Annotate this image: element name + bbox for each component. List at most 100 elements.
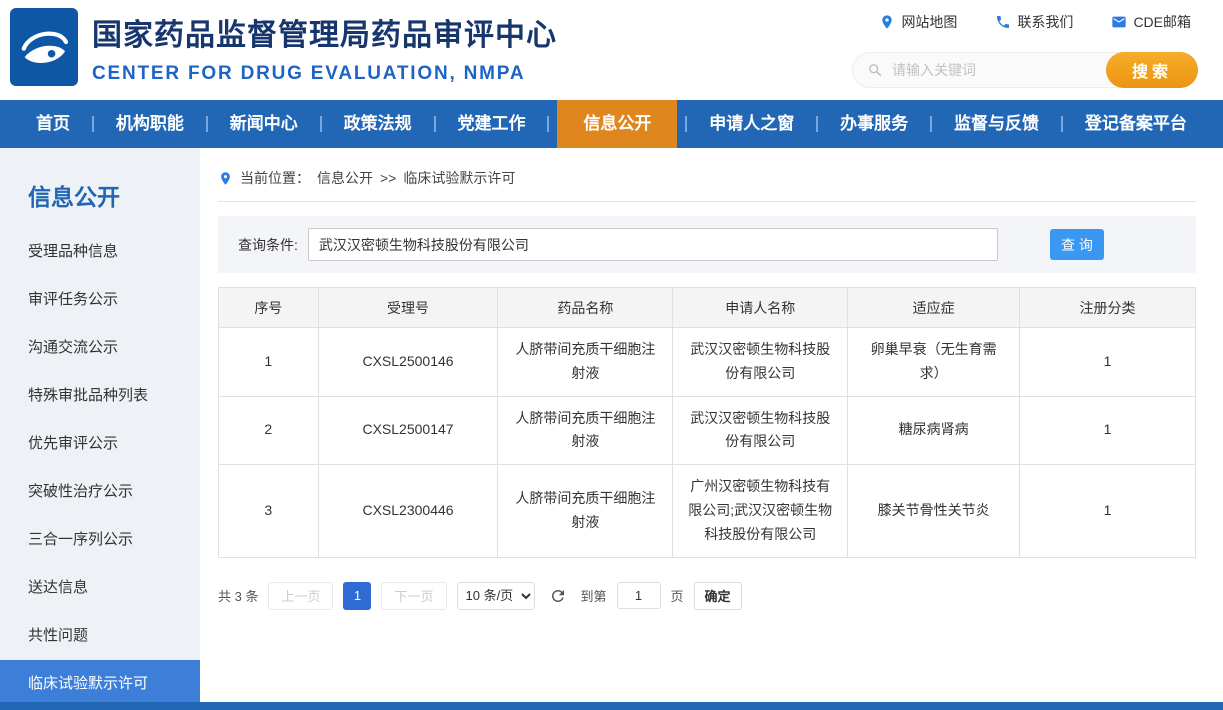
search-bar: 搜索 [852, 52, 1198, 88]
site-title: 国家药品监督管理局药品审评中心 [92, 10, 557, 54]
cell-indication: 膝关节骨性关节炎 [848, 465, 1020, 557]
sidebar-item-accepted-products[interactable]: 受理品种信息 [0, 228, 200, 276]
nav-item-supervision-feedback[interactable]: 监督与反馈 [940, 100, 1053, 148]
cde-logo-icon [17, 20, 71, 74]
sitemap-link[interactable]: 网站地图 [879, 12, 957, 32]
cell-drug-name: 人脐带间充质干细胞注射液 [498, 465, 673, 557]
cell-acceptance-no: CXSL2500146 [318, 328, 498, 397]
location-pin-icon [218, 171, 233, 186]
mail-icon [1111, 14, 1127, 30]
cell-applicant: 武汉汉密顿生物科技股份有限公司 [673, 328, 848, 397]
table-header-row: 序号 受理号 药品名称 申请人名称 适应症 注册分类 [219, 288, 1196, 328]
confirm-button[interactable]: 确定 [694, 582, 742, 610]
sidebar-item-delivery-info[interactable]: 送达信息 [0, 564, 200, 612]
query-panel: 查询条件: 查 询 [218, 216, 1196, 273]
contact-link[interactable]: 联系我们 [995, 12, 1073, 32]
goto-page-input[interactable] [617, 582, 661, 609]
title-block: 国家药品监督管理局药品审评中心 CENTER FOR DRUG EVALUATI… [92, 10, 557, 85]
col-header-reg-class: 注册分类 [1020, 288, 1196, 328]
col-header-indication: 适应症 [848, 288, 1020, 328]
col-header-no: 序号 [219, 288, 319, 328]
nav-divider [547, 116, 549, 132]
total-count: 共 3 条 [218, 586, 258, 605]
sidebar-item-special-approval-list[interactable]: 特殊审批品种列表 [0, 372, 200, 420]
breadcrumb-prefix: 当前位置： [240, 168, 310, 188]
nav-divider [930, 116, 932, 132]
table-row: 1 CXSL2500146 人脐带间充质干细胞注射液 武汉汉密顿生物科技股份有限… [219, 328, 1196, 397]
table-row: 3 CXSL2300446 人脐带间充质干细胞注射液 广州汉密顿生物科技有限公司… [219, 465, 1196, 557]
mailbox-label: CDE邮箱 [1133, 12, 1191, 32]
nav-item-registration-platform[interactable]: 登记备案平台 [1071, 100, 1201, 148]
quick-links: 网站地图 联系我们 CDE邮箱 [879, 12, 1191, 32]
cell-acceptance-no: CXSL2300446 [318, 465, 498, 557]
goto-label: 到第 [581, 586, 607, 605]
nav-item-news[interactable]: 新闻中心 [216, 100, 312, 148]
cell-reg-class: 1 [1020, 396, 1196, 465]
col-header-acceptance-no: 受理号 [318, 288, 498, 328]
cell-reg-class: 1 [1020, 465, 1196, 557]
sidebar-item-communication[interactable]: 沟通交流公示 [0, 324, 200, 372]
sidebar-item-breakthrough-therapy[interactable]: 突破性治疗公示 [0, 468, 200, 516]
phone-icon [995, 14, 1011, 30]
table-row: 2 CXSL2500147 人脐带间充质干细胞注射液 武汉汉密顿生物科技股份有限… [219, 396, 1196, 465]
nav-item-info-disclosure[interactable]: 信息公开 [557, 100, 677, 148]
main-panel: 当前位置： 信息公开 >> 临床试验默示许可 查询条件: 查 询 序号 受理号 … [200, 148, 1223, 702]
nav-divider [320, 116, 322, 132]
cell-reg-class: 1 [1020, 328, 1196, 397]
cell-acceptance-no: CXSL2500147 [318, 396, 498, 465]
sitemap-label: 网站地图 [901, 12, 957, 32]
nav-item-applicant-window[interactable]: 申请人之窗 [695, 100, 808, 148]
query-button[interactable]: 查 询 [1050, 229, 1104, 260]
sidebar-item-priority-review[interactable]: 优先审评公示 [0, 420, 200, 468]
query-input[interactable] [308, 228, 998, 261]
content-area: 信息公开 受理品种信息 审评任务公示 沟通交流公示 特殊审批品种列表 优先审评公… [0, 148, 1223, 702]
cell-no: 1 [219, 328, 319, 397]
nav-item-organization[interactable]: 机构职能 [102, 100, 198, 148]
col-header-applicant: 申请人名称 [673, 288, 848, 328]
nav-item-services[interactable]: 办事服务 [826, 100, 922, 148]
breadcrumb-separator: >> [380, 170, 396, 186]
nav-item-party-building[interactable]: 党建工作 [444, 100, 540, 148]
cell-indication: 卵巢早衰（无生育需求） [848, 328, 1020, 397]
goto-suffix: 页 [671, 586, 684, 605]
cell-applicant: 武汉汉密顿生物科技股份有限公司 [673, 396, 848, 465]
mailbox-link[interactable]: CDE邮箱 [1111, 12, 1191, 32]
sidebar: 信息公开 受理品种信息 审评任务公示 沟通交流公示 特殊审批品种列表 优先审评公… [0, 148, 200, 702]
sidebar-item-three-in-one[interactable]: 三合一序列公示 [0, 516, 200, 564]
nav-item-policy[interactable]: 政策法规 [330, 100, 426, 148]
query-label: 查询条件: [238, 235, 298, 255]
breadcrumb-current: 临床试验默示许可 [403, 168, 515, 188]
nav-divider [92, 116, 94, 132]
search-button[interactable]: 搜索 [1106, 52, 1198, 88]
breadcrumb-section[interactable]: 信息公开 [317, 168, 373, 188]
col-header-drug-name: 药品名称 [498, 288, 673, 328]
contact-label: 联系我们 [1017, 12, 1073, 32]
refresh-icon[interactable] [549, 587, 567, 605]
nav-divider [685, 116, 687, 132]
footer-bar [0, 702, 1223, 710]
site-subtitle: CENTER FOR DRUG EVALUATION, NMPA [92, 63, 557, 85]
site-logo[interactable] [10, 8, 78, 86]
nav-divider [206, 116, 208, 132]
current-page-button[interactable]: 1 [343, 582, 371, 610]
sidebar-title: 信息公开 [0, 178, 200, 212]
cell-drug-name: 人脐带间充质干细胞注射液 [498, 396, 673, 465]
cell-no: 3 [219, 465, 319, 557]
cell-applicant: 广州汉密顿生物科技有限公司;武汉汉密顿生物科技股份有限公司 [673, 465, 848, 557]
sidebar-item-review-tasks[interactable]: 审评任务公示 [0, 276, 200, 324]
cell-drug-name: 人脐带间充质干细胞注射液 [498, 328, 673, 397]
search-input[interactable] [892, 62, 1106, 78]
sidebar-item-clinical-trial-implied-license[interactable]: 临床试验默示许可 [0, 660, 200, 708]
search-icon [867, 62, 884, 79]
nav-divider [434, 116, 436, 132]
site-header: 国家药品监督管理局药品审评中心 CENTER FOR DRUG EVALUATI… [0, 0, 1223, 100]
pagination: 共 3 条 上一页 1 下一页 10 条/页 到第 页 确定 [218, 582, 1196, 610]
next-page-button[interactable]: 下一页 [381, 582, 446, 610]
page-size-select[interactable]: 10 条/页 [457, 582, 535, 610]
map-pin-icon [879, 14, 895, 30]
nav-divider [816, 116, 818, 132]
prev-page-button[interactable]: 上一页 [268, 582, 333, 610]
nav-divider [1061, 116, 1063, 132]
sidebar-item-common-issues[interactable]: 共性问题 [0, 612, 200, 660]
nav-item-home[interactable]: 首页 [22, 100, 84, 148]
